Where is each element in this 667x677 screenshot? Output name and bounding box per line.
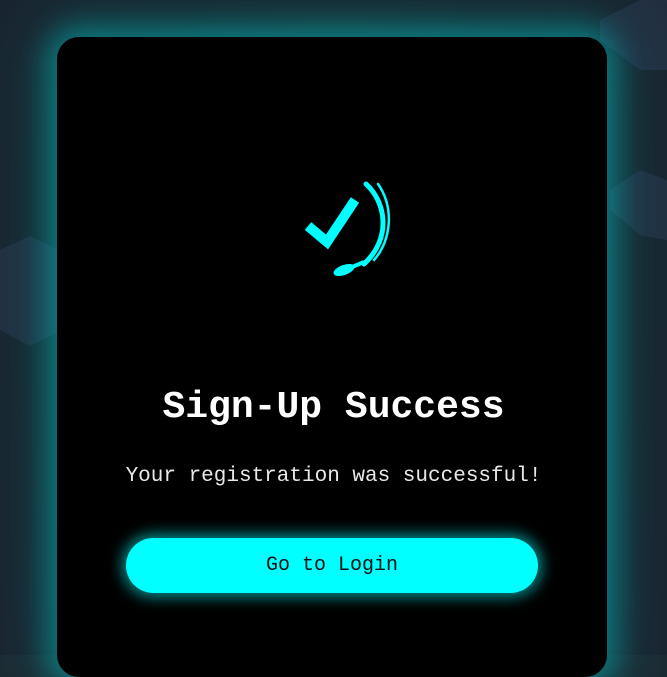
success-check-icon [304,181,390,277]
background-hexagon [600,0,667,70]
go-to-login-button[interactable]: Go to Login [126,538,538,593]
page-title: Sign-Up Success [162,386,505,429]
background-hexagon [610,170,667,240]
background-hexagon [0,236,62,346]
success-message: Your registration was successful! [125,465,542,488]
